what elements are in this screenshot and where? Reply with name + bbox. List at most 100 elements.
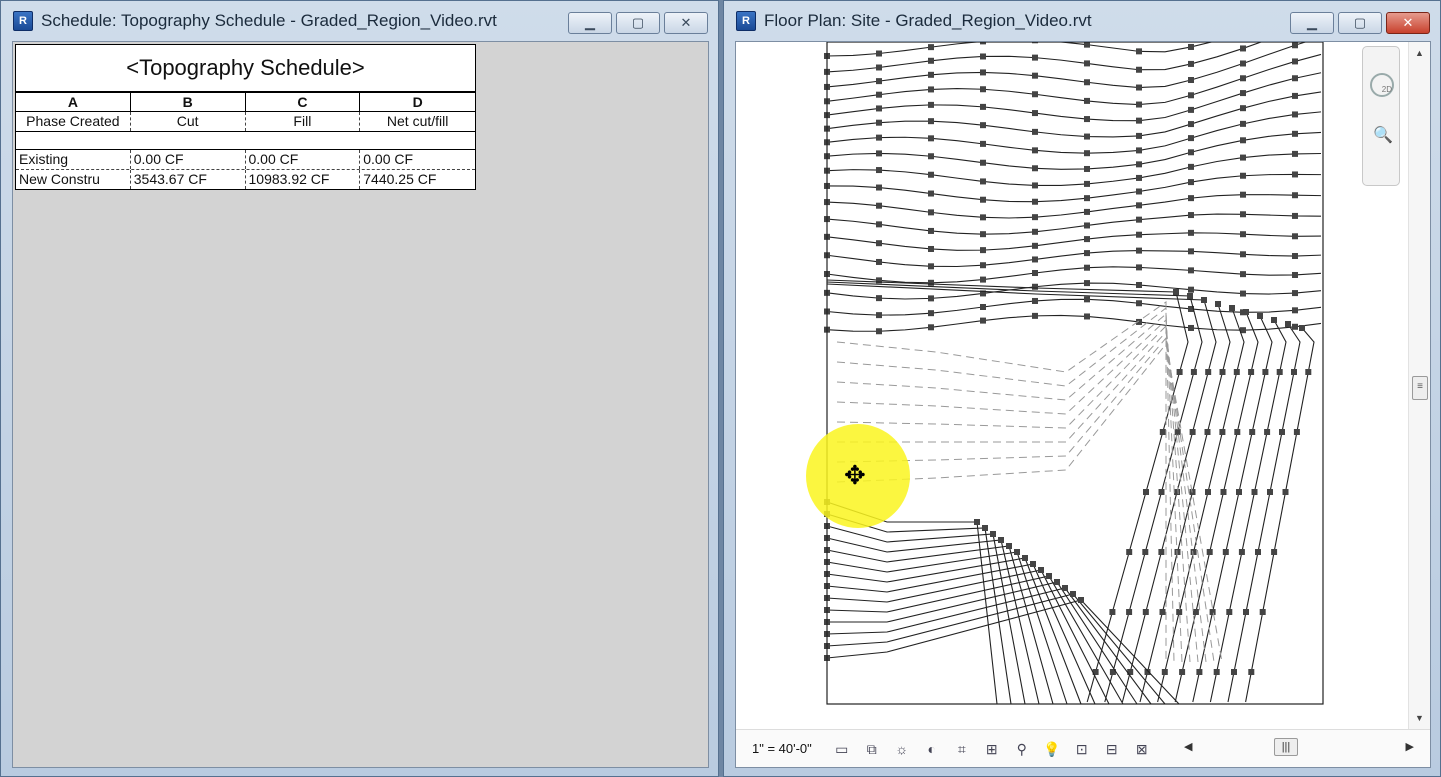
contour-point: [1236, 489, 1242, 495]
show-crop-icon[interactable]: ⊞: [982, 740, 1002, 758]
maximize-button[interactable]: ▢: [1338, 12, 1382, 34]
minimize-button[interactable]: ▁: [1290, 12, 1334, 34]
column-header[interactable]: Phase Created: [16, 112, 131, 131]
contour-point: [1240, 191, 1246, 198]
contour-point: [1205, 489, 1211, 495]
schedule-table[interactable]: <Topography Schedule> A B C D Phase Crea…: [15, 44, 476, 190]
contour-point: [1305, 369, 1312, 375]
contour-line: [826, 250, 1322, 268]
column-letter[interactable]: C: [246, 93, 361, 111]
lock-3d-icon[interactable]: ⊡: [1072, 740, 1092, 758]
table-cell[interactable]: 0.00 CF: [131, 150, 246, 169]
contour-point: [1233, 369, 1240, 375]
column-header-row: Phase Created Cut Fill Net cut/fill: [16, 112, 475, 132]
contour-point: [1188, 60, 1194, 67]
temporary-hide-icon[interactable]: ⚲: [1012, 740, 1032, 758]
highlight-displacement-icon[interactable]: ⊠: [1132, 740, 1152, 758]
reveal-hidden-icon[interactable]: 💡: [1042, 740, 1062, 758]
contour-point: [1240, 211, 1246, 218]
zoom-icon[interactable]: 🔍: [1373, 125, 1393, 145]
table-row[interactable]: Existing 0.00 CF 0.00 CF 0.00 CF: [16, 150, 475, 170]
column-header[interactable]: Net cut/fill: [360, 112, 475, 131]
scroll-left-icon[interactable]: ◀: [1184, 740, 1192, 753]
column-header[interactable]: Cut: [131, 112, 246, 131]
floor-plan-titlebar[interactable]: R Floor Plan: Site - Graded_Region_Video…: [724, 1, 1440, 41]
column-letter[interactable]: A: [16, 93, 131, 111]
table-cell[interactable]: 7440.25 CF: [360, 170, 475, 189]
contour-point: [1240, 90, 1246, 97]
horizontal-scrollbar[interactable]: ◀ ||| ▶: [1184, 738, 1414, 758]
contour-point: [1188, 77, 1194, 84]
sun-path-icon[interactable]: ☼: [892, 740, 912, 758]
navigation-bar[interactable]: 2D 🔍: [1362, 46, 1400, 186]
contour-point: [980, 86, 986, 93]
floor-plan-window[interactable]: R Floor Plan: Site - Graded_Region_Video…: [723, 0, 1441, 777]
scroll-down-icon[interactable]: ▼: [1415, 713, 1424, 723]
contour-point: [1240, 154, 1246, 161]
visual-style-icon[interactable]: ⧉: [862, 740, 882, 758]
contour-point: [1240, 251, 1246, 258]
contour-point: [1292, 192, 1298, 199]
contour-line: [826, 513, 1012, 705]
column-letter[interactable]: D: [360, 93, 475, 111]
table-cell[interactable]: Existing: [16, 150, 131, 169]
schedule-window[interactable]: R Schedule: Topography Schedule - Graded…: [0, 0, 719, 777]
schedule-view[interactable]: <Topography Schedule> A B C D Phase Crea…: [12, 41, 709, 768]
topography-drawing[interactable]: [736, 42, 1432, 732]
contour-point: [876, 50, 882, 57]
contour-point: [1292, 130, 1298, 137]
contour-point: [1190, 369, 1197, 375]
contour-point: [1032, 283, 1038, 290]
contour-point: [1267, 489, 1273, 495]
column-header[interactable]: Fill: [246, 112, 361, 131]
contour-line: [826, 314, 1322, 332]
table-cell[interactable]: New Constru: [16, 170, 131, 189]
contour-point: [1188, 229, 1194, 236]
table-cell[interactable]: 3543.67 CF: [131, 170, 246, 189]
contour-point: [1257, 313, 1263, 319]
contour-point: [1292, 150, 1298, 157]
analysis-display-icon[interactable]: ⊟: [1102, 740, 1122, 758]
contour-point: [1046, 573, 1052, 579]
shadows-icon[interactable]: ◐: [922, 740, 942, 758]
horizontal-scroll-thumb[interactable]: |||: [1274, 738, 1298, 756]
contour-point: [980, 159, 986, 166]
close-button[interactable]: ✕: [1386, 12, 1430, 34]
view-scale[interactable]: 1" = 40'-0": [752, 741, 812, 756]
contour-point: [1136, 101, 1142, 108]
minimize-button[interactable]: ▁: [568, 12, 612, 34]
vertical-scrollbar[interactable]: ▲ ≡ ▼: [1408, 42, 1430, 729]
crop-view-icon[interactable]: ⌗: [952, 740, 972, 758]
contour-point: [1188, 179, 1194, 186]
schedule-title[interactable]: <Topography Schedule>: [16, 45, 475, 93]
contour-point: [876, 221, 882, 228]
steering-wheel-icon[interactable]: 2D: [1370, 73, 1394, 97]
schedule-window-title: Schedule: Topography Schedule - Graded_R…: [41, 11, 497, 30]
contour-point: [1084, 195, 1090, 202]
detail-level-icon[interactable]: ▭: [832, 740, 852, 758]
contour-point: [1032, 72, 1038, 79]
table-cell[interactable]: 0.00 CF: [360, 150, 475, 169]
contour-point: [1084, 180, 1090, 187]
scroll-up-icon[interactable]: ▲: [1415, 48, 1424, 58]
contour-point: [1188, 92, 1194, 99]
contour-point: [1231, 669, 1237, 675]
contour-point: [1243, 609, 1249, 615]
scroll-right-icon[interactable]: ▶: [1406, 740, 1414, 753]
contour-point: [1188, 212, 1194, 219]
contour-point: [876, 150, 882, 157]
vertical-scroll-thumb[interactable]: ≡: [1412, 376, 1428, 400]
contour-line: [826, 91, 1322, 138]
contour-point: [928, 86, 934, 93]
schedule-titlebar[interactable]: R Schedule: Topography Schedule - Graded…: [1, 1, 718, 41]
column-letter[interactable]: B: [131, 93, 246, 111]
table-cell[interactable]: 0.00 CF: [246, 150, 361, 169]
contour-point: [1188, 106, 1194, 113]
table-row[interactable]: New Constru 3543.67 CF 10983.92 CF 7440.…: [16, 170, 475, 189]
close-button[interactable]: ✕: [664, 12, 708, 34]
contour-point: [1188, 286, 1194, 293]
maximize-button[interactable]: ▢: [616, 12, 660, 34]
contour-line: [1157, 307, 1245, 703]
table-cell[interactable]: 10983.92 CF: [246, 170, 361, 189]
floor-plan-canvas[interactable]: ✥ 2D 🔍 ▲ ≡ ▼ 1" = 40'-0" ▭ ⧉ ☼ ◐ ⌗ ⊞ ⚲ 💡…: [735, 41, 1431, 768]
